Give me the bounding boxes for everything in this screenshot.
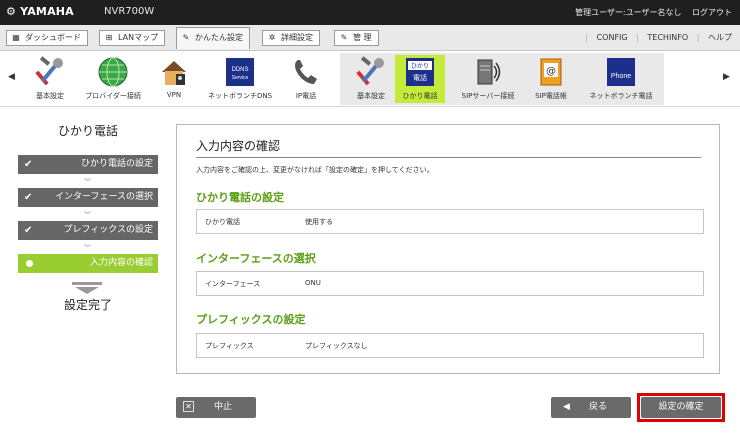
tab-dashboard[interactable]: ▦ ダッシュボード — [6, 30, 88, 46]
next-step-arrow-icon — [72, 282, 102, 294]
check-icon: ✔ — [24, 225, 33, 236]
wrench-icon: ✎ — [340, 33, 348, 42]
tools-icon — [35, 56, 63, 86]
close-icon: ✕ — [183, 401, 194, 412]
tab-lanmap[interactable]: ⊞ LANマップ — [99, 30, 166, 46]
field-label: ひかり電話 — [205, 218, 240, 226]
page-title: 入力内容の確認 — [196, 139, 281, 153]
strip-item-hikari-denwa[interactable]: ひかり 電話 ひかり電話 — [382, 56, 458, 101]
summary-row-interface: インターフェース ONU — [196, 271, 704, 296]
title-divider — [196, 157, 701, 158]
svg-text:@: @ — [546, 66, 556, 77]
ddns-icon: DDNS Service — [226, 58, 254, 86]
svg-text:Phone: Phone — [611, 73, 631, 80]
dashboard-icon: ▦ — [12, 33, 20, 42]
check-icon: ✔ — [24, 159, 33, 170]
hikari-denwa-icon: ひかり 電話 — [406, 58, 434, 86]
gear-icon: ✲ — [268, 33, 276, 42]
logout-link[interactable]: ログアウト — [692, 8, 732, 17]
vpn-house-icon — [162, 61, 186, 85]
wizard-step-complete: 設定完了 — [63, 298, 112, 312]
user-area: 管理ユーザー:ユーザー名なし ログアウト — [567, 7, 732, 18]
wizard-title: ひかり電話 — [57, 124, 118, 138]
summary-row-hikari: ひかり電話 使用する — [196, 209, 704, 234]
netvolante-phone-icon: Phone — [607, 58, 635, 86]
strip-item-netvolante-phone[interactable]: Phone ネットボランチ電話 — [583, 56, 659, 101]
config-link[interactable]: CONFIG — [597, 33, 628, 42]
field-value: 使用する — [305, 218, 333, 226]
phone-icon — [295, 60, 317, 84]
model-name: NVR700W — [104, 6, 155, 17]
current-step-dot-icon — [26, 260, 33, 267]
field-label: インターフェース — [205, 280, 261, 288]
page-description: 入力内容をご確認の上、変更がなければ「設定の確定」を押してください。 — [196, 166, 434, 174]
wizard-icon: ✎ — [182, 33, 190, 42]
svg-text:電話: 電話 — [413, 73, 427, 82]
section-title-interface: インターフェースの選択 — [196, 252, 316, 265]
help-link[interactable]: ヘルプ — [708, 33, 732, 42]
wizard-step-hikari-settings: ✔ ひかり電話の設定 — [18, 155, 158, 174]
yamaha-logo-icon: ⚙ — [6, 5, 17, 18]
section-title-hikari: ひかり電話の設定 — [196, 191, 284, 204]
sip-server-icon — [477, 59, 501, 85]
field-value: プレフィックスなし — [305, 342, 368, 350]
wizard-step-interface: ✔ インターフェースの選択 — [18, 188, 158, 207]
wizard-step-confirm: 入力内容の確認 — [18, 254, 158, 273]
strip-item-sip-phonebook[interactable]: @ SIP電話帳 — [513, 56, 589, 101]
wizard-step-prefix: ✔ プレフィックスの設定 — [18, 221, 158, 240]
main-tab-bar: ▦ ダッシュボード ⊞ LANマップ ✎ かんたん設定 ✲ 詳細設定 ✎ 管 理… — [0, 25, 740, 51]
lanmap-icon: ⊞ — [105, 33, 113, 42]
yamaha-logo: ⚙ YAMAHA — [6, 5, 74, 18]
section-title-prefix: プレフィックスの設定 — [196, 313, 306, 326]
step-chevron-icon: ︾ — [84, 211, 91, 219]
cancel-button[interactable]: ✕ 中止 — [176, 397, 256, 418]
summary-row-prefix: プレフィックス プレフィックスなし — [196, 333, 704, 358]
svg-text:DDNS: DDNS — [231, 67, 248, 73]
tab-easy-setup[interactable]: ✎ かんたん設定 — [176, 27, 250, 49]
step-chevron-icon: ︾ — [84, 178, 91, 186]
strip-item-netvolante-dns[interactable]: DDNS Service ネットボランチDNS — [202, 56, 278, 101]
step-chevron-icon: ︾ — [84, 244, 91, 252]
confirm-settings-button[interactable]: 設定の確定 — [641, 397, 721, 418]
strip-item-vpn[interactable]: VPN — [136, 56, 212, 99]
scroll-right-icon[interactable]: ▶ — [723, 72, 730, 82]
svg-text:Service: Service — [232, 75, 249, 81]
globe-icon — [98, 57, 128, 87]
svg-text:ひかり: ひかり — [411, 63, 429, 70]
utility-links: | CONFIG | TECHINFO | ヘルプ — [585, 33, 732, 42]
user-info: 管理ユーザー:ユーザー名なし — [575, 8, 682, 17]
tab-advanced-settings[interactable]: ✲ 詳細設定 — [262, 30, 320, 46]
check-icon: ✔ — [24, 192, 33, 203]
back-button[interactable]: ◀ 戻る — [551, 397, 631, 418]
field-label: プレフィックス — [205, 342, 254, 350]
back-arrow-icon: ◀ — [563, 402, 570, 412]
address-book-icon: @ — [540, 58, 562, 86]
tab-management[interactable]: ✎ 管 理 — [334, 30, 379, 46]
top-bar: ⚙ YAMAHA NVR700W 管理ユーザー:ユーザー名なし ログアウト — [0, 0, 740, 25]
techinfo-link[interactable]: TECHINFO — [647, 33, 688, 42]
field-value: ONU — [305, 279, 321, 287]
